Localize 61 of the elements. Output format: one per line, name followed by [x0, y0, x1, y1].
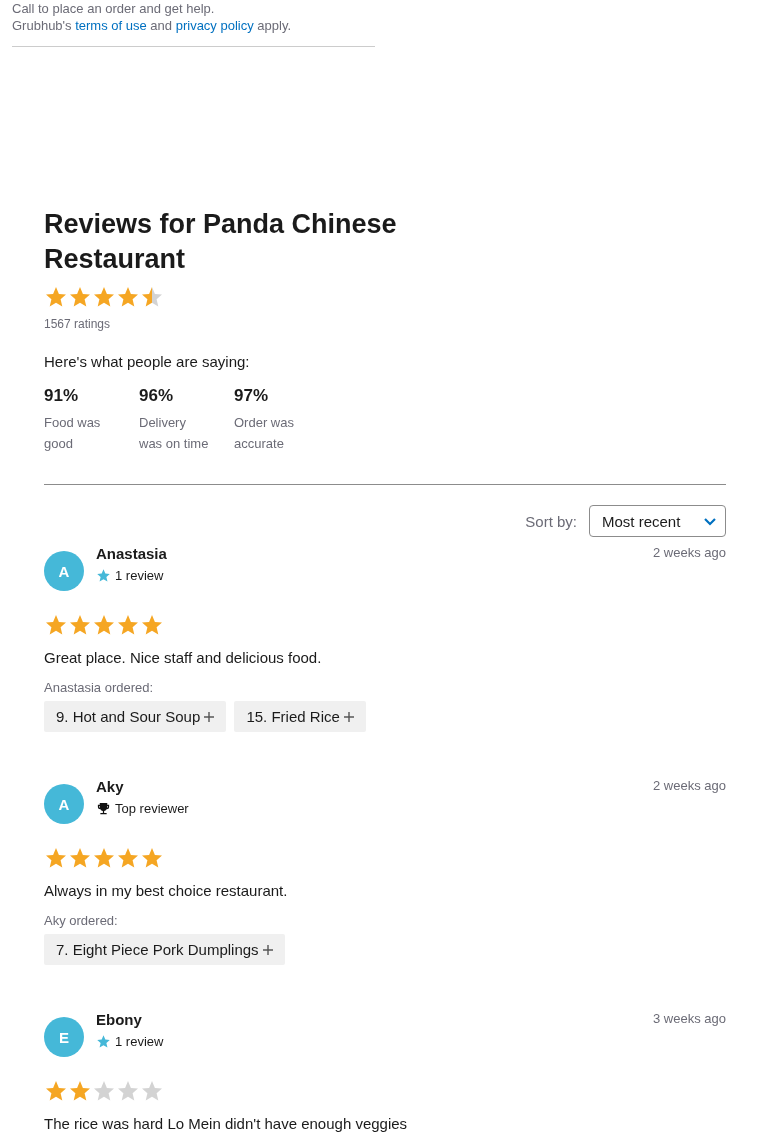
avatar: E	[44, 1017, 84, 1057]
avatar: A	[44, 784, 84, 824]
star-icon	[68, 285, 92, 309]
star-icon	[116, 613, 140, 637]
review-date: 2 weeks ago	[653, 778, 726, 795]
plus-icon	[262, 945, 273, 955]
star-icon	[140, 1079, 164, 1103]
legal-text: Grubhub's terms of use and privacy policy apply.	[12, 17, 293, 34]
menu-item-chip[interactable]: 7. Eight Piece Pork Dumplings	[44, 934, 285, 965]
star-icon	[96, 1034, 111, 1049]
star-icon	[44, 1079, 68, 1103]
review-text: The rice was hard Lo Mein didn't have enough veggies	[44, 1115, 409, 1132]
reviewer-name: Aky	[96, 778, 125, 795]
reviewer-status-label: 1 review	[115, 1034, 164, 1049]
privacy-link[interactable]: privacy policy	[175, 18, 254, 33]
stat-label: Delivery was on time	[139, 414, 209, 453]
star-icon	[68, 1079, 92, 1103]
plus-icon	[344, 712, 354, 722]
ordered-label: Aky ordered:	[44, 913, 119, 928]
review-date: 2 weeks ago	[653, 545, 726, 562]
star-icon	[92, 285, 116, 309]
plus-icon	[204, 712, 215, 722]
menu-item-chip[interactable]: 9. Hot and Sour Soup	[44, 701, 227, 732]
terms-link[interactable]: terms of use	[75, 18, 147, 33]
star-icon	[140, 285, 164, 309]
sort-label: Sort by:	[525, 512, 577, 530]
star-icon	[116, 285, 140, 309]
star-icon	[92, 613, 116, 637]
avatar: A	[44, 551, 84, 591]
star-icon	[140, 613, 164, 637]
reviewer-status-label: Top reviewer	[115, 801, 189, 816]
review-text: Great place. Nice staff and delicious food.	[44, 649, 323, 666]
star-icon	[68, 613, 92, 637]
trophy-icon	[96, 801, 111, 816]
sort-dropdown[interactable]: Most recent	[589, 505, 726, 537]
star-icon	[140, 846, 164, 870]
star-icon	[96, 568, 111, 583]
star-icon	[116, 1079, 140, 1103]
stat-label: Order was accurate	[234, 414, 295, 453]
star-icon	[68, 846, 92, 870]
star-icon	[44, 613, 68, 637]
review-date: 3 weeks ago	[653, 1011, 726, 1028]
reviewer-name: Anastasia	[96, 545, 168, 562]
stat-percent: 91%	[44, 386, 80, 406]
reviewer-name: Ebony	[96, 1011, 143, 1028]
ratings-count: 1567 ratings	[44, 317, 112, 331]
star-icon	[92, 846, 116, 870]
stat-percent: 96%	[139, 386, 175, 406]
help-text: Call to place an order and get help.	[12, 0, 216, 17]
star-icon	[44, 285, 68, 309]
menu-item-chip[interactable]: 15. Fried Rice	[234, 701, 366, 732]
star-icon	[44, 846, 68, 870]
reviewer-status-label: 1 review	[115, 568, 164, 583]
summary-heading: Here's what people are saying:	[44, 353, 251, 370]
stat-percent: 97%	[234, 386, 270, 406]
reviews-title: Reviews for Panda Chinese Restaurant	[44, 208, 398, 276]
star-icon	[116, 846, 140, 870]
star-icon	[92, 1079, 116, 1103]
review-text: Always in my best choice restaurant.	[44, 882, 289, 899]
stat-label: Food was good	[44, 414, 102, 453]
ordered-label: Anastasia ordered:	[44, 680, 155, 695]
